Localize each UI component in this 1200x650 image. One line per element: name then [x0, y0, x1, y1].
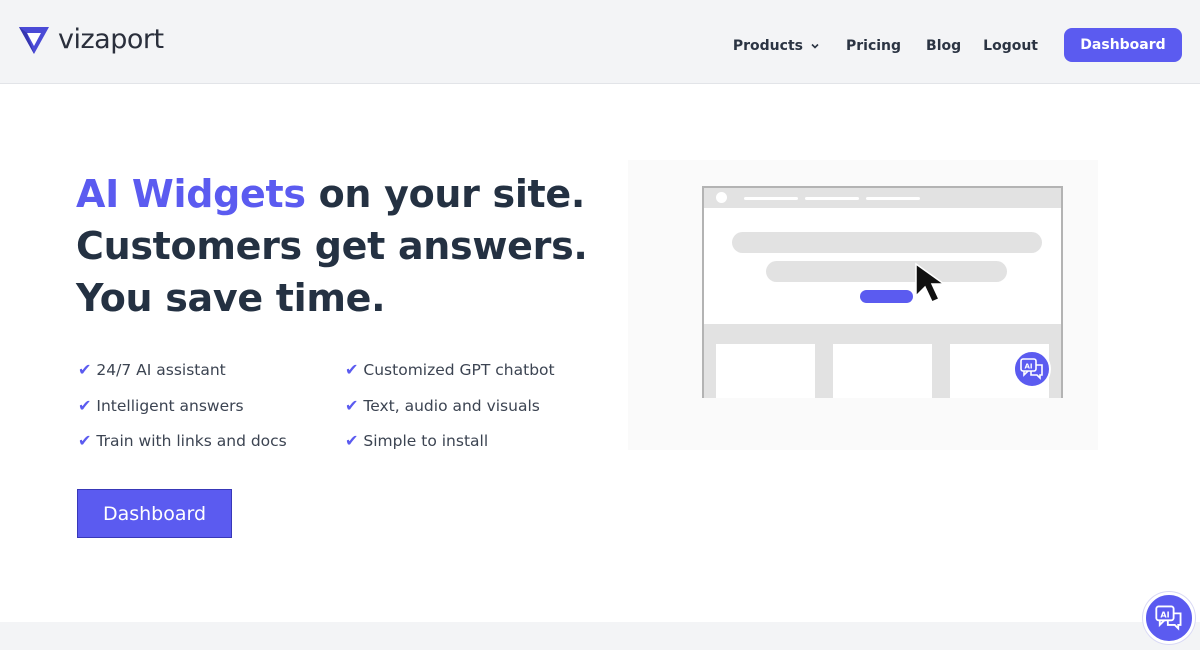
- nav-products[interactable]: Products: [733, 38, 820, 54]
- feature-item: ✔ 24/7 AI assistant: [78, 360, 226, 379]
- footer-strip: [0, 622, 1200, 650]
- browser-toolbar: [704, 188, 1061, 208]
- placeholder-line: [766, 261, 1007, 282]
- check-icon: ✔: [78, 360, 92, 379]
- feature-item: ✔ Train with links and docs: [78, 431, 287, 450]
- feature-label: Intelligent answers: [96, 396, 244, 415]
- hero-title-rest: on your site.: [305, 172, 586, 216]
- hero-title: AI Widgets on your site. Customers get a…: [76, 168, 588, 324]
- feature-item: ✔ Text, audio and visuals: [345, 396, 540, 415]
- vizaport-logo-icon: [19, 26, 49, 54]
- feature-item: ✔ Simple to install: [345, 431, 488, 450]
- placeholder-card: [833, 344, 932, 398]
- cursor-arrow-icon: [915, 262, 947, 303]
- hero-line-3: You save time.: [76, 276, 386, 320]
- hero-dashboard-button[interactable]: Dashboard: [77, 489, 232, 538]
- nav-pricing[interactable]: Pricing: [846, 38, 901, 54]
- nav-dashboard-button[interactable]: Dashboard: [1064, 28, 1182, 62]
- feature-label: Customized GPT chatbot: [363, 360, 555, 379]
- toolbar-line: [805, 197, 859, 200]
- chat-bubbles-icon: AI: [1020, 358, 1043, 380]
- brand-name: vizaport: [58, 24, 164, 55]
- ai-chat-icon: AI: [1013, 350, 1051, 388]
- feature-label: Simple to install: [363, 431, 489, 450]
- ai-chat-icon: AI: [1155, 605, 1182, 631]
- hero-title-accent: AI Widgets: [76, 172, 306, 216]
- chat-launcher-button[interactable]: AI: [1143, 592, 1195, 644]
- hero-line-2: Customers get answers.: [76, 224, 588, 268]
- main-nav: Products Pricing Blog Logout Dashboard: [733, 28, 1182, 62]
- nav-products-label: Products: [732, 37, 803, 54]
- logo[interactable]: vizaport: [18, 24, 164, 55]
- check-icon: ✔: [78, 431, 92, 450]
- toolbar-dot: [716, 192, 727, 203]
- feature-label: Train with links and docs: [96, 431, 287, 450]
- chat-icon-text: AI: [1160, 610, 1169, 619]
- feature-item: ✔ Intelligent answers: [78, 396, 244, 415]
- browser-illustration: [702, 186, 1063, 398]
- placeholder-card: [716, 344, 815, 398]
- placeholder-cards-area: [704, 324, 1061, 398]
- toolbar-line: [744, 197, 798, 200]
- site-header: vizaport Products Pricing Blog Logout Da…: [0, 0, 1200, 84]
- feature-label: Text, audio and visuals: [363, 396, 540, 415]
- nav-logout[interactable]: Logout: [983, 38, 1038, 54]
- check-icon: ✔: [345, 360, 359, 379]
- feature-label: 24/7 AI assistant: [96, 360, 226, 379]
- nav-blog[interactable]: Blog: [926, 38, 961, 54]
- hero-line-1: AI Widgets on your site.: [76, 168, 588, 220]
- placeholder-button: [860, 290, 913, 303]
- chevron-down-icon: [811, 43, 819, 49]
- toolbar-line: [866, 197, 920, 200]
- check-icon: ✔: [78, 396, 92, 415]
- check-icon: ✔: [345, 431, 359, 450]
- check-icon: ✔: [345, 396, 359, 415]
- placeholder-line: [732, 232, 1042, 253]
- feature-item: ✔ Customized GPT chatbot: [345, 360, 555, 379]
- chat-icon-text: AI: [1024, 363, 1032, 371]
